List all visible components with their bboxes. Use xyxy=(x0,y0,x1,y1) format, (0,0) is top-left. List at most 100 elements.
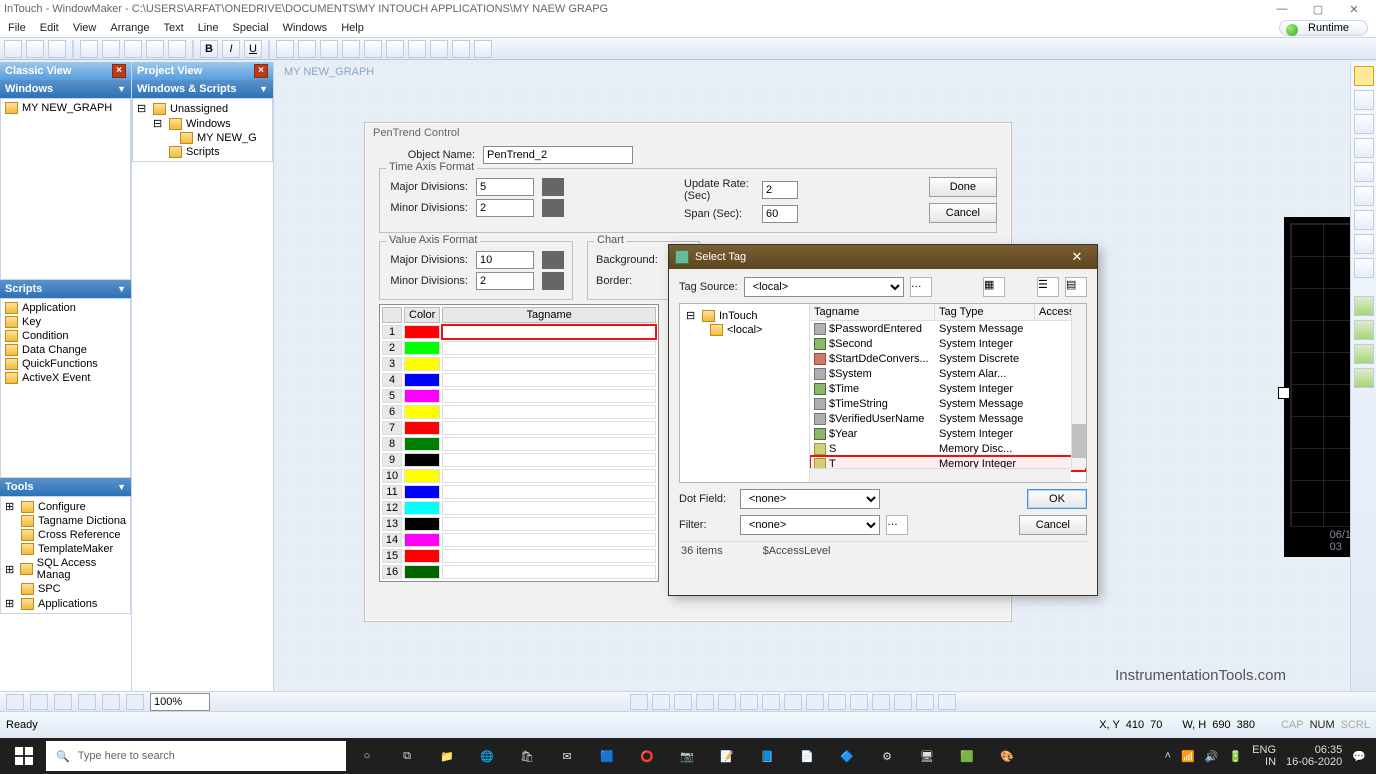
text-tool-icon[interactable] xyxy=(1354,234,1374,254)
tool-copy[interactable] xyxy=(102,40,120,58)
align-tool-icon[interactable] xyxy=(784,694,802,710)
windows-scripts-header[interactable]: Windows & Scripts ▼ xyxy=(132,80,273,98)
line-tool-icon[interactable] xyxy=(1354,162,1374,182)
tree-windows[interactable]: ⊟Windows xyxy=(135,116,270,131)
ellipse-tool-icon[interactable] xyxy=(1354,138,1374,158)
col-tagtype[interactable]: Tag Type xyxy=(935,304,1035,320)
window-item[interactable]: MY NEW_GRAPH xyxy=(3,101,128,115)
tag-row[interactable]: $Time System Integer xyxy=(810,381,1086,396)
script-key[interactable]: Key xyxy=(3,315,128,329)
menu-view[interactable]: View xyxy=(73,22,97,34)
app-icon[interactable]: 📷 xyxy=(668,740,706,772)
tool-save[interactable] xyxy=(48,40,66,58)
dropdown-icon[interactable]: ▼ xyxy=(259,84,268,94)
menu-edit[interactable]: Edit xyxy=(40,22,59,34)
tool-misc[interactable] xyxy=(430,40,448,58)
zoom-tool-icon[interactable] xyxy=(6,694,24,710)
align-tool-icon[interactable] xyxy=(674,694,692,710)
pen-row-tagname[interactable] xyxy=(442,453,656,467)
zoom-tool-icon[interactable] xyxy=(78,694,96,710)
pen-row-tagname[interactable] xyxy=(442,373,656,387)
view-list-icon[interactable]: ☰ xyxy=(1037,277,1059,297)
pen-row-color[interactable] xyxy=(404,533,440,547)
view-grid-icon[interactable]: ▦ xyxy=(983,277,1005,297)
align-tool-icon[interactable] xyxy=(630,694,648,710)
pen-row[interactable]: 4 xyxy=(382,373,656,387)
scrollbar-thumb[interactable] xyxy=(1072,424,1086,458)
menu-help[interactable]: Help xyxy=(341,22,364,34)
script-quick-functions[interactable]: QuickFunctions xyxy=(3,357,128,371)
align-tool-icon[interactable] xyxy=(806,694,824,710)
zoom-tool-icon[interactable] xyxy=(54,694,72,710)
script-activex-event[interactable]: ActiveX Event xyxy=(3,371,128,385)
tool-misc[interactable] xyxy=(298,40,316,58)
tool-misc[interactable] xyxy=(364,40,382,58)
word-icon[interactable]: 📝 xyxy=(708,740,746,772)
history-tool-icon[interactable] xyxy=(1354,320,1374,340)
tool-cut[interactable] xyxy=(80,40,98,58)
filter-browse[interactable]: … xyxy=(886,515,908,535)
time-minor-input[interactable] xyxy=(476,199,534,217)
pen-row-tagname[interactable] xyxy=(442,517,656,531)
script-data-change[interactable]: Data Change xyxy=(3,343,128,357)
col-tagname[interactable]: Tagname xyxy=(810,304,935,320)
dropdown-icon[interactable]: ▼ xyxy=(117,84,126,94)
align-tool-icon[interactable] xyxy=(894,694,912,710)
ok-button[interactable]: OK xyxy=(1027,489,1087,509)
pen-row[interactable]: 2 xyxy=(382,341,656,355)
tag-row[interactable]: $Second System Integer xyxy=(810,336,1086,351)
tool-configure[interactable]: ⊞Configure xyxy=(3,499,128,514)
tree-intouch[interactable]: ⊟InTouch xyxy=(684,308,805,323)
tree-window-child[interactable]: MY NEW_G xyxy=(135,131,270,145)
align-tool-icon[interactable] xyxy=(762,694,780,710)
tool-tagname-dict[interactable]: Tagname Dictiona xyxy=(3,514,128,528)
tool-misc[interactable] xyxy=(386,40,404,58)
taskbar-search[interactable]: 🔍 Type here to search xyxy=(46,741,346,771)
align-tool-icon[interactable] xyxy=(652,694,670,710)
tools-panel-header[interactable]: Tools ▼ xyxy=(0,478,131,496)
pen-row[interactable]: 7 xyxy=(382,421,656,435)
tag-row[interactable]: $PasswordEntered System Message xyxy=(810,321,1086,336)
zoom-tool-icon[interactable] xyxy=(30,694,48,710)
tool-new[interactable] xyxy=(4,40,22,58)
pen-row-color[interactable] xyxy=(404,341,440,355)
pan-tool-icon[interactable] xyxy=(126,694,144,710)
pen-row-tagname[interactable] xyxy=(442,357,656,371)
menu-text[interactable]: Text xyxy=(164,22,184,34)
tray-clock[interactable]: 06:3516-06-2020 xyxy=(1286,744,1342,768)
script-application[interactable]: Application xyxy=(3,301,128,315)
pen-row-tagname[interactable] xyxy=(442,533,656,547)
tray-lang[interactable]: ENGIN xyxy=(1252,744,1276,768)
project-view-close[interactable]: × xyxy=(254,64,268,78)
pen-row-color[interactable] xyxy=(404,517,440,531)
expand-icon[interactable]: ⊞ xyxy=(5,500,17,513)
tree-local[interactable]: <local> xyxy=(684,323,805,337)
pen-row-color[interactable] xyxy=(404,325,440,339)
tool-template-maker[interactable]: TemplateMaker xyxy=(3,542,128,556)
wifi-icon[interactable]: 📶 xyxy=(1181,750,1195,763)
align-tool-icon[interactable] xyxy=(938,694,956,710)
battery-icon[interactable]: 🔋 xyxy=(1228,750,1242,763)
pen-row[interactable]: 11 xyxy=(382,485,656,499)
pen-row-tagname[interactable] xyxy=(442,565,656,579)
dot-field-combo[interactable]: <none> xyxy=(740,489,880,509)
notification-icon[interactable]: 💬 xyxy=(1352,750,1366,763)
menu-line[interactable]: Line xyxy=(198,22,219,34)
word-icon[interactable]: 📘 xyxy=(748,740,786,772)
pen-row-tagname[interactable] xyxy=(442,405,656,419)
tool-bold[interactable]: B xyxy=(200,40,218,58)
app-icon[interactable]: 🔷 xyxy=(828,740,866,772)
align-tool-icon[interactable] xyxy=(718,694,736,710)
runtime-button[interactable]: Runtime xyxy=(1279,20,1368,36)
tag-source-browse[interactable]: … xyxy=(910,277,932,297)
explorer-icon[interactable]: 📁 xyxy=(428,740,466,772)
app-icon[interactable]: 📄 xyxy=(788,740,826,772)
pen-row[interactable]: 14 xyxy=(382,533,656,547)
tool-cross-ref[interactable]: Cross Reference xyxy=(3,528,128,542)
pen-row-tagname[interactable] xyxy=(442,485,656,499)
align-tool-icon[interactable] xyxy=(850,694,868,710)
pointer-tool-icon[interactable] xyxy=(1354,66,1374,86)
span-input[interactable] xyxy=(762,205,798,223)
time-major-color[interactable] xyxy=(542,178,564,196)
done-button[interactable]: Done xyxy=(929,177,997,197)
